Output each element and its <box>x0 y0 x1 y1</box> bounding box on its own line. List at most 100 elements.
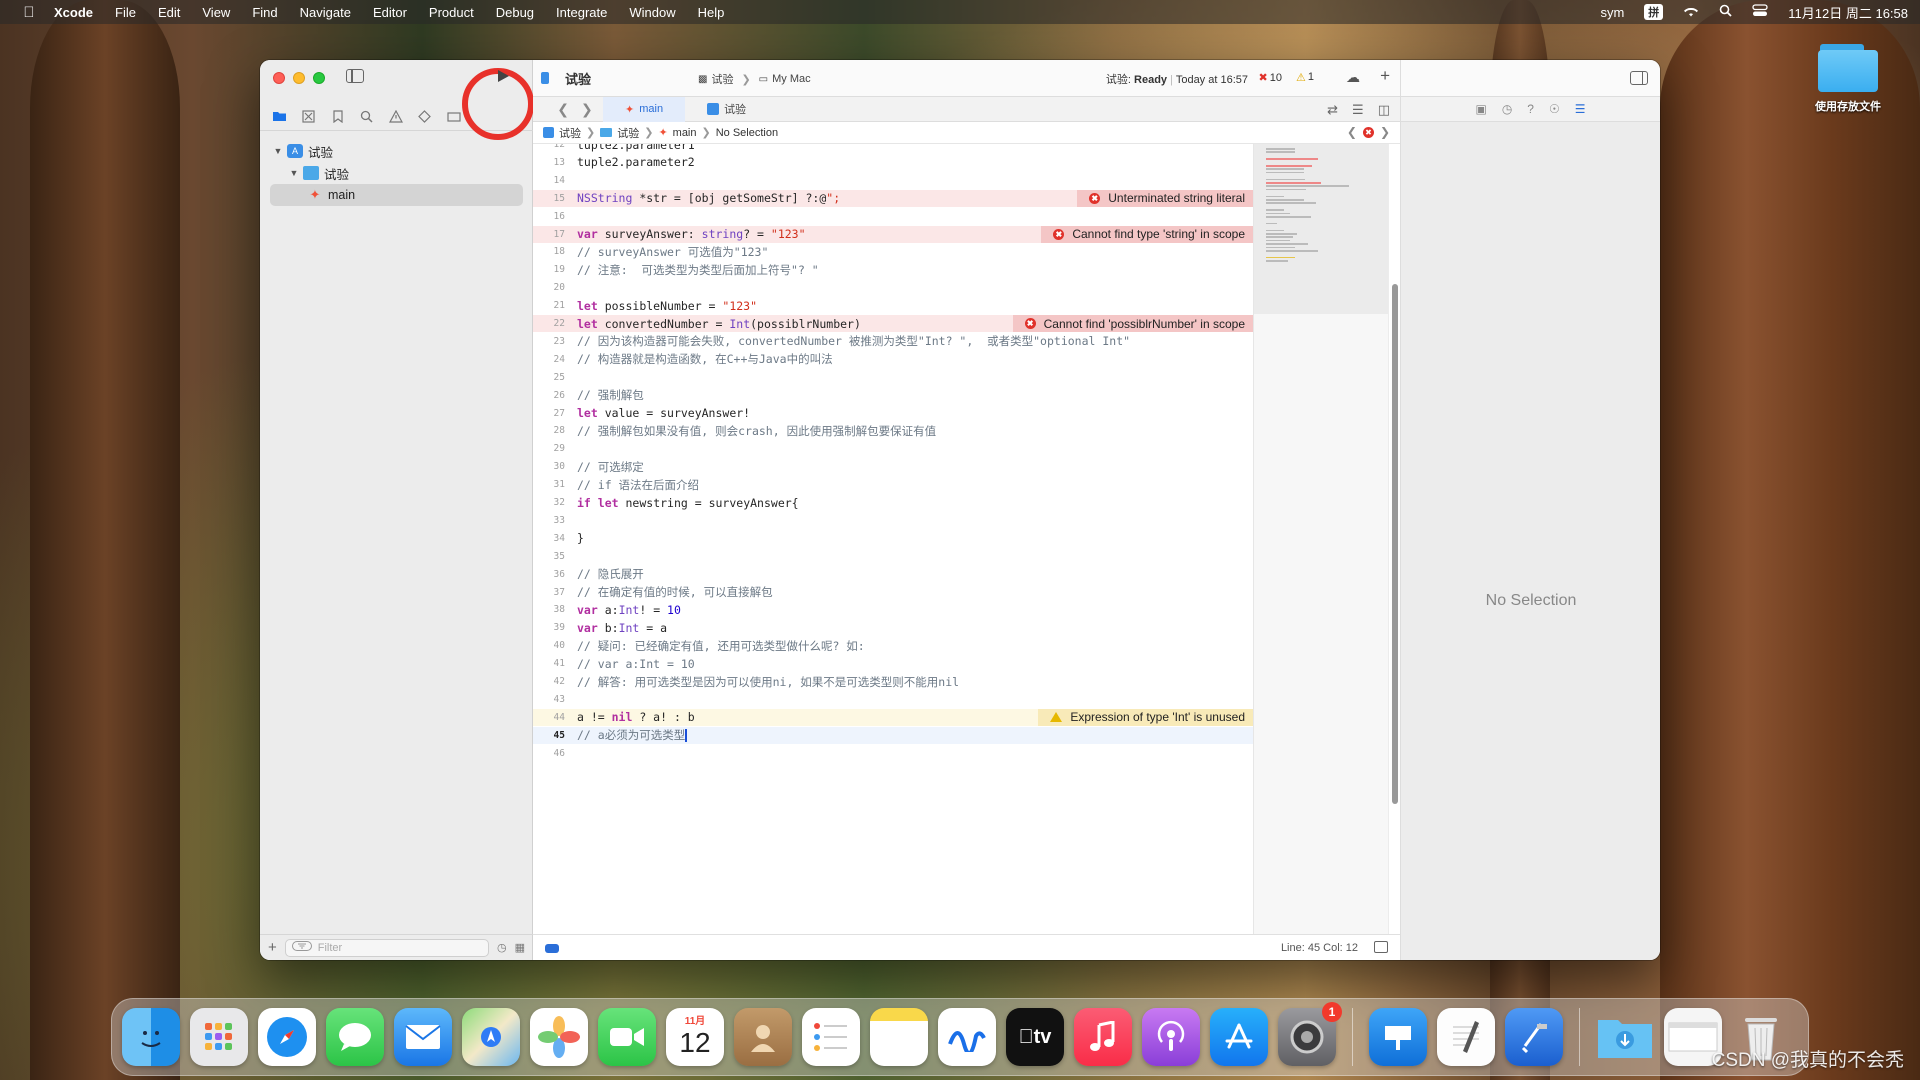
debug-area-icon[interactable] <box>1374 941 1388 953</box>
inspector-toggle-icon[interactable] <box>1630 71 1648 85</box>
facetime-icon[interactable] <box>598 1008 656 1066</box>
code-line[interactable]: 17 var surveyAnswer: string? = "123" ✖ Cann… <box>533 225 1253 243</box>
source-control-tab-icon[interactable] <box>299 107 318 126</box>
code-text[interactable]: let possibleNumber = "123" <box>573 299 1253 313</box>
clock[interactable]: 11月12日 周二 16:58 <box>1788 3 1908 22</box>
zoom-window-button[interactable] <box>313 72 325 84</box>
test-navigator-tab-icon[interactable] <box>415 107 434 126</box>
code-text[interactable]: // 疑问: 已经确定有值, 还用可选类型做什么呢? 如: <box>573 638 1253 654</box>
code-text[interactable]: // 强制解包 <box>573 387 1253 403</box>
forward-icon[interactable]: ❯ <box>581 101 593 118</box>
code-line[interactable]: 31 // if 语法在后面介绍 <box>533 476 1253 493</box>
scheme-target[interactable]: 试验 <box>711 71 733 87</box>
code-line[interactable]: 37 // 在确定有值的时候, 可以直接解包 <box>533 584 1253 601</box>
menu-find[interactable]: Find <box>252 5 277 20</box>
code-line[interactable]: 34} <box>533 530 1253 547</box>
code-text[interactable]: // 注意: 可选类型为类型后面加上符号"? " <box>573 262 1253 278</box>
code-line[interactable]: 44 a != nil ? a! : b Expression of type 'I… <box>533 708 1253 726</box>
code-text[interactable]: // if 语法在后面介绍 <box>573 477 1253 493</box>
run-button[interactable] <box>495 68 513 86</box>
error-icon[interactable]: ✖ <box>1362 126 1374 138</box>
error-annotation[interactable]: ✖ Unterminated string literal <box>1077 189 1253 207</box>
tab-project[interactable]: 试验 <box>685 97 768 122</box>
history-inspector-icon[interactable]: ◷ <box>1502 102 1512 116</box>
code-text[interactable]: } <box>573 531 1253 545</box>
tree-item-folder[interactable]: ▼ 试验 <box>260 162 533 184</box>
error-count-badge[interactable]: ✖ 10 <box>1259 71 1282 85</box>
xcode-icon[interactable] <box>1505 1008 1563 1066</box>
close-window-button[interactable] <box>273 72 285 84</box>
add-icon[interactable]: + <box>268 939 277 956</box>
code-text[interactable]: // 因为该构造器可能会失败, convertedNumber 被推测为类型"I… <box>573 333 1253 349</box>
vertical-scrollbar[interactable] <box>1388 144 1400 934</box>
code-text[interactable]: // var a:Int = 10 <box>573 657 1253 671</box>
code-text[interactable]: var a:Int! = 10 <box>573 603 1253 617</box>
minimize-window-button[interactable] <box>293 72 305 84</box>
menu-debug[interactable]: Debug <box>496 5 534 20</box>
code-line[interactable]: 19 // 注意: 可选类型为类型后面加上符号"? " <box>533 261 1253 278</box>
source-editor[interactable]: 12 tuple2.parameter1 13 tuple2.parameter2 14… <box>533 144 1253 934</box>
textedit-icon[interactable] <box>1437 1008 1495 1066</box>
music-icon[interactable] <box>1074 1008 1132 1066</box>
tree-item-project[interactable]: ▼ A 试验 <box>260 140 533 162</box>
code-text[interactable]: // 隐氏展开 <box>573 566 1253 582</box>
back-icon[interactable]: ❮ <box>557 101 569 118</box>
code-line[interactable]: 25 <box>533 369 1253 386</box>
system-settings-icon[interactable]: 1 <box>1278 1002 1342 1066</box>
code-line[interactable]: 16 <box>533 208 1253 225</box>
code-line[interactable]: 30 // 可选绑定 <box>533 458 1253 475</box>
tree-item-main[interactable]: ✦ main <box>270 184 523 206</box>
code-line[interactable]: 42 // 解答: 用可选类型是因为可以使用ni, 如果不是可选类型则不能用nil <box>533 673 1253 690</box>
issue-navigator-tab-icon[interactable] <box>386 107 405 126</box>
scrollbar-thumb[interactable] <box>1392 284 1398 804</box>
scm-filter-icon[interactable]: ▦ <box>515 941 525 954</box>
code-line[interactable]: 35 <box>533 548 1253 565</box>
menu-file[interactable]: File <box>115 5 136 20</box>
menu-window[interactable]: Window <box>629 5 675 20</box>
code-text[interactable]: // 强制解包如果没有值, 则会crash, 因此使用强制解包要保证有值 <box>573 423 1253 439</box>
quick-help-icon[interactable]: ? <box>1527 102 1534 116</box>
breadcrumb-folder[interactable]: 试验 <box>617 125 639 141</box>
notes-icon[interactable] <box>870 1008 928 1066</box>
mail-icon[interactable] <box>394 1008 452 1066</box>
tv-icon[interactable]: tv <box>1006 1008 1064 1066</box>
code-line[interactable]: 40 // 疑问: 已经确定有值, 还用可选类型做什么呢? 如: <box>533 637 1253 654</box>
code-line[interactable]: 29 <box>533 440 1253 457</box>
minimap[interactable] <box>1253 144 1389 934</box>
freeform-icon[interactable] <box>938 1008 996 1066</box>
menu-edit[interactable]: Edit <box>158 5 180 20</box>
code-line[interactable]: 28 // 强制解包如果没有值, 则会crash, 因此使用强制解包要保证有值 <box>533 422 1253 439</box>
safari-icon[interactable] <box>258 1008 316 1066</box>
code-line[interactable]: 14 <box>533 172 1253 189</box>
control-center-icon[interactable] <box>1752 4 1768 20</box>
menu-view[interactable]: View <box>202 5 230 20</box>
identity-inspector-icon[interactable]: ☉ <box>1549 102 1560 116</box>
add-tab-icon[interactable]: + <box>1380 66 1390 86</box>
input-method-icon[interactable]: 拼 <box>1644 4 1664 20</box>
bookmark-tab-icon[interactable] <box>328 107 347 126</box>
editor-options-icon[interactable]: ☰ <box>1352 102 1364 118</box>
code-line[interactable]: 32 if let newstring = surveyAnswer{ <box>533 494 1253 511</box>
menu-navigate[interactable]: Navigate <box>300 5 351 20</box>
apple-menu-icon[interactable]:  <box>18 4 40 21</box>
code-text[interactable]: // 在确定有值的时候, 可以直接解包 <box>573 584 1253 600</box>
desktop-folder[interactable]: 使用存放文件 <box>1803 44 1893 114</box>
menu-help[interactable]: Help <box>698 5 725 20</box>
error-annotation[interactable]: ✖ Cannot find type 'string' in scope <box>1041 225 1253 243</box>
wifi-icon[interactable] <box>1683 5 1699 20</box>
find-tab-icon[interactable] <box>357 107 376 126</box>
code-line[interactable]: 46 <box>533 745 1253 762</box>
code-line[interactable]: 21 let possibleNumber = "123" <box>533 297 1253 314</box>
next-issue-icon[interactable]: ❯ <box>1380 125 1390 139</box>
code-line[interactable]: 20 <box>533 279 1253 296</box>
previous-issue-icon[interactable]: ❮ <box>1347 125 1357 139</box>
menu-product[interactable]: Product <box>429 5 474 20</box>
code-text[interactable]: if let newstring = surveyAnswer{ <box>573 496 1253 510</box>
code-line[interactable]: 38 var a:Int! = 10 <box>533 601 1253 618</box>
warning-count-badge[interactable]: ⚠ 1 <box>1296 71 1314 84</box>
code-line[interactable]: 43 <box>533 691 1253 708</box>
code-line[interactable]: 12 tuple2.parameter1 <box>533 144 1253 153</box>
keynote-icon[interactable] <box>1369 1008 1427 1066</box>
debug-navigator-tab-icon[interactable] <box>444 107 463 126</box>
code-line[interactable]: 36 // 隐氏展开 <box>533 566 1253 583</box>
